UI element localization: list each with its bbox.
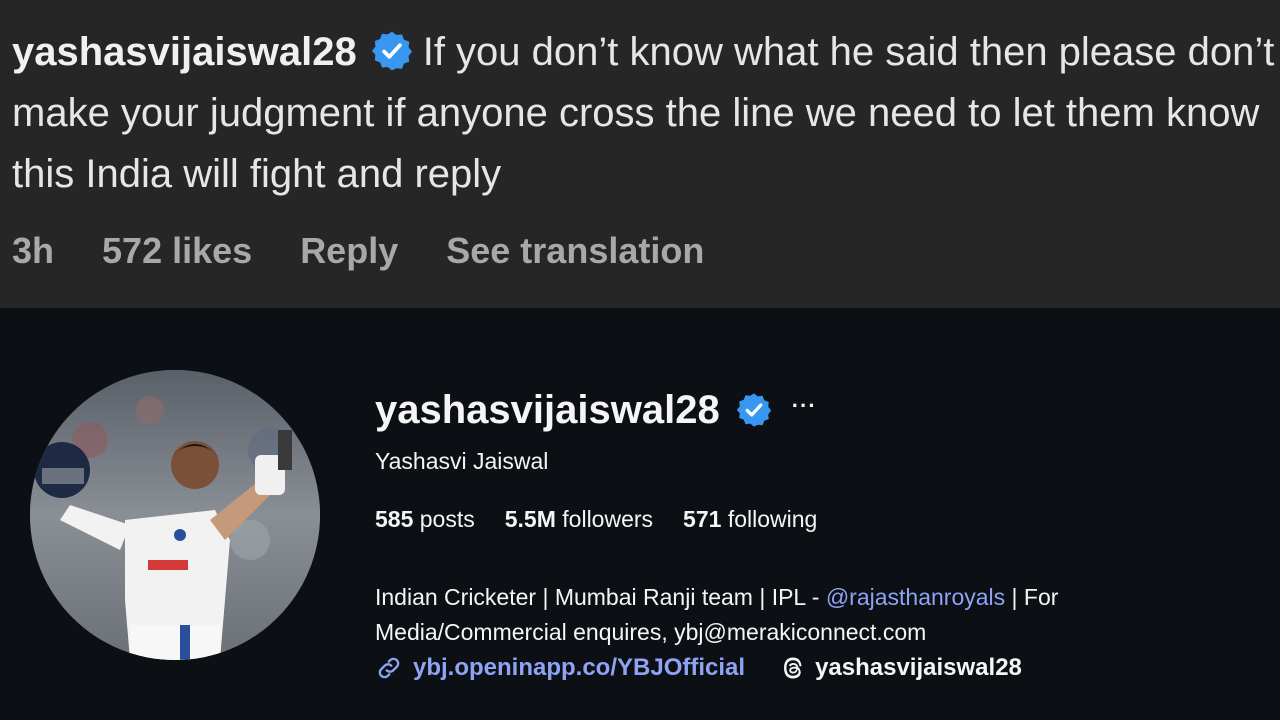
followers-count: 5.5M xyxy=(504,506,556,532)
following-count: 571 xyxy=(683,506,722,532)
username-row: yashasvijaiswal28 ··· xyxy=(375,386,817,434)
profile-header: yashasvijaiswal28 ··· Yashasvi Jaiswal 5… xyxy=(0,308,1280,720)
posts-label: posts xyxy=(419,506,475,532)
reply-button[interactable]: Reply xyxy=(300,230,398,271)
comment-time: 3h xyxy=(12,230,55,271)
following-stat[interactable]: 571 following xyxy=(683,506,817,533)
verified-badge-icon xyxy=(736,393,771,427)
followers-label: followers xyxy=(562,506,654,532)
verified-badge-icon xyxy=(371,31,412,71)
threads-icon xyxy=(784,657,802,679)
avatar[interactable] xyxy=(30,370,320,660)
followers-stat[interactable]: 5.5M followers xyxy=(505,506,653,533)
website-link[interactable]: ybj.openinapp.co/YBJOfficial xyxy=(413,654,745,682)
more-options-icon[interactable]: ··· xyxy=(792,393,817,419)
full-name: Yashasvi Jaiswal xyxy=(375,448,549,474)
comment-username[interactable]: yashasvijaiswal28 xyxy=(12,30,357,74)
comment-meta: 3h 572 likes Reply See translation xyxy=(12,230,742,272)
comment-panel: yashasvijaiswal28 If you don’t know what … xyxy=(0,0,1280,308)
see-translation-button[interactable]: See translation xyxy=(446,230,704,271)
profile-stats: 585 posts 5.5M followers 571 following xyxy=(375,506,817,533)
bio: Indian Cricketer | Mumbai Ranji team | I… xyxy=(375,580,1255,650)
avatar-image xyxy=(30,370,320,660)
profile-username[interactable]: yashasvijaiswal28 xyxy=(375,388,720,433)
bio-text-1: Indian Cricketer | Mumbai Ranji team | I… xyxy=(375,584,826,610)
profile-links: ybj.openinapp.co/YBJOfficial yashasvijai… xyxy=(375,654,1022,682)
threads-handle: yashasvijaiswal28 xyxy=(815,654,1022,681)
comment-body: yashasvijaiswal28 If you don’t know what … xyxy=(12,22,1280,205)
threads-link[interactable]: yashasvijaiswal28 xyxy=(779,654,1022,682)
following-label: following xyxy=(727,506,818,532)
link-icon xyxy=(378,657,400,679)
posts-count: 585 xyxy=(375,506,414,532)
comment-likes[interactable]: 572 likes xyxy=(102,230,252,271)
bio-mention-link[interactable]: @rajasthanroyals xyxy=(826,584,1005,610)
posts-stat: 585 posts xyxy=(375,506,475,533)
